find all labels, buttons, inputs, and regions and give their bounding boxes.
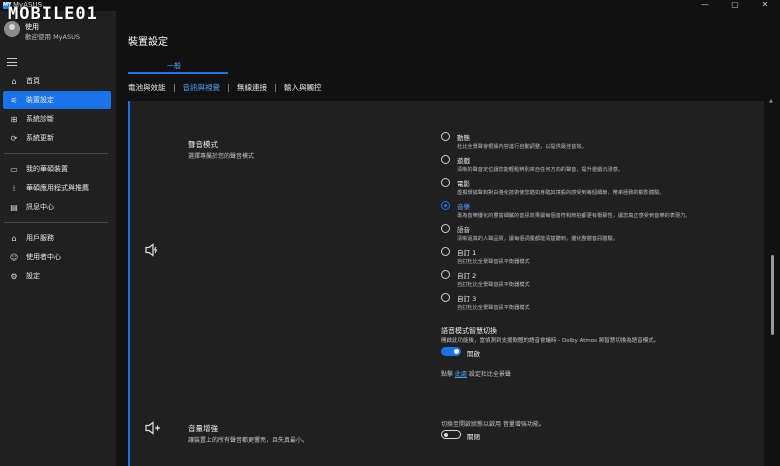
tab-battery-performance[interactable]: 電池與效能 bbox=[128, 82, 166, 93]
tab-audio-visual[interactable]: 音訊與視覺 bbox=[183, 82, 221, 93]
radio-button[interactable] bbox=[441, 132, 450, 141]
sidebar-item-label: 設定 bbox=[26, 272, 40, 280]
page-title: 裝置設定 bbox=[128, 37, 168, 48]
volume-boost-hint: 切換至開啟狀態以啟用 音量增強功能。 bbox=[441, 421, 545, 428]
tab-wireless[interactable]: 無線連接 bbox=[237, 82, 267, 93]
smart-switch-state: 開啟 bbox=[467, 350, 480, 358]
tab-general[interactable]: 一般 bbox=[128, 61, 220, 71]
radio-description: 專為音樂優化的豐富細膩的音訊效果讓每個音符和節拍都更有衝擊性，讓您真正感受到音樂… bbox=[457, 213, 691, 219]
sidebar-item-label: 系統診斷 bbox=[26, 115, 54, 123]
dolby-footer: 點擊 此處 設定杜比全景聲 bbox=[441, 369, 511, 378]
sidebar-item-support[interactable]: ⌂ 用戶服務 bbox=[3, 229, 111, 247]
sidebar-item-label: 我的華碩裝置 bbox=[26, 165, 68, 173]
close-button[interactable]: ✕ bbox=[750, 0, 780, 11]
user-welcome-text: 歡迎使用 MyASUS bbox=[25, 33, 80, 41]
sidebar-item-label: 系統更新 bbox=[26, 134, 54, 142]
radio-label: 動態 bbox=[457, 134, 470, 142]
home-icon: ⌂ bbox=[11, 76, 17, 86]
sidebar-item-messages[interactable]: ▤ 訊息中心 bbox=[3, 198, 111, 216]
radio-description: 自訂杜比全景聲音訊平衡器模式 bbox=[457, 259, 530, 265]
sidebar-item-apps[interactable]: ⁞ 華碩應用程式與推薦 bbox=[3, 179, 111, 197]
tab-input-touch[interactable]: 輸入與觸控 bbox=[284, 82, 322, 93]
radio-button[interactable] bbox=[441, 247, 450, 256]
diagnosis-icon: ⊞ bbox=[10, 114, 18, 124]
sound-mode-panel: 聲音模式 選擇專屬於您的聲音模式 動態 杜比全景聲會根據內容進行自動調整，以提供… bbox=[128, 101, 764, 398]
message-icon: ▤ bbox=[10, 202, 18, 212]
watermark-logo: MOBILE01 bbox=[8, 4, 98, 24]
apps-icon: ⁞ bbox=[12, 183, 16, 193]
radio-description: 自訂杜比全景聲音訊平衡器模式 bbox=[457, 305, 530, 311]
radio-description: 清晰的聲音定位讓您能輕鬆辨別來自任何方向的聲音，提升遊戲沉浸感。 bbox=[457, 167, 624, 173]
scroll-up-arrow-icon[interactable]: ▲ bbox=[769, 98, 773, 104]
sidebar-item-user-center[interactable]: ☺ 使用者中心 bbox=[3, 248, 111, 266]
radio-button[interactable] bbox=[441, 270, 450, 279]
radio-description: 虛擬環繞聲和對白強化技術使您猶如身臨其境般的感受到每個細節，帶來極致的觀影體驗。 bbox=[457, 190, 665, 196]
volume-boost-panel: 音量增強 讓裝置上的所有聲音都更響亮，且失真最小。 切換至開啟狀態以啟用 音量增… bbox=[128, 395, 764, 466]
sidebar-item-settings[interactable]: ⚙ 設定 bbox=[3, 267, 111, 285]
sidebar-item-label: 裝置設定 bbox=[26, 96, 54, 104]
sidebar-item-update[interactable]: ⟳ 系統更新 bbox=[3, 129, 111, 147]
radio-label: 遊戲 bbox=[457, 157, 470, 165]
speaker-sound-icon bbox=[145, 243, 161, 261]
subtab-bar: 電池與效能 音訊與視覺 無線連接 輸入與觸控 bbox=[128, 82, 322, 93]
radio-button[interactable] bbox=[441, 155, 450, 164]
tab-underline bbox=[128, 72, 228, 74]
tab-separator bbox=[173, 83, 175, 92]
main-content: 裝置設定 一般 電池與效能 音訊與視覺 無線連接 輸入與觸控 聲音模式 選擇專屬… bbox=[116, 11, 780, 466]
radio-description: 自訂杜比全景聲音訊平衡器模式 bbox=[457, 282, 530, 288]
title-bar: MY MyASUS — ▢ ✕ bbox=[0, 0, 780, 11]
user-icon: ☺ bbox=[9, 252, 19, 262]
radio-label: 語音 bbox=[457, 226, 470, 234]
hamburger-menu-icon[interactable] bbox=[7, 58, 17, 66]
dolby-settings-link[interactable]: 此處 bbox=[455, 371, 467, 378]
maximize-button[interactable]: ▢ bbox=[720, 0, 750, 11]
radio-button[interactable] bbox=[441, 293, 450, 302]
sound-mode-description: 選擇專屬於您的聲音模式 bbox=[188, 153, 255, 160]
smart-switch-title: 語音模式智慧切換 bbox=[441, 327, 497, 335]
radio-label: 音樂 bbox=[457, 203, 470, 211]
dolby-footer-prefix: 點擊 bbox=[441, 371, 454, 378]
radio-description: 杜比全景聲會根據內容進行自動調整，以提供最佳音效。 bbox=[457, 144, 587, 150]
minimize-button[interactable]: — bbox=[690, 0, 720, 11]
sidebar-divider bbox=[4, 222, 108, 223]
tab-separator bbox=[228, 83, 229, 92]
sidebar-divider bbox=[4, 153, 108, 154]
sidebar-item-diagnosis[interactable]: ⊞ 系統診斷 bbox=[3, 110, 111, 128]
support-icon: ⌂ bbox=[11, 233, 17, 243]
speaker-plus-icon bbox=[145, 421, 161, 439]
device-settings-icon: ⚟ bbox=[10, 95, 18, 105]
tab-separator bbox=[275, 83, 276, 92]
radio-label: 自訂 3 bbox=[457, 295, 477, 303]
update-icon: ⟳ bbox=[10, 133, 18, 143]
radio-label: 電影 bbox=[457, 180, 470, 188]
sidebar-item-label: 用戶服務 bbox=[26, 234, 54, 242]
smart-switch-description: 開啟此功能後，當偵測到支援軟體的語音會議時 - Dolby Atmos 將智慧切… bbox=[441, 338, 660, 344]
gear-icon: ⚙ bbox=[10, 271, 18, 281]
radio-label: 自訂 2 bbox=[457, 272, 477, 280]
radio-description: 清晰逼真的人聲品質，讓每個詞彙都能清楚聽到，優化整體音訊體驗。 bbox=[457, 236, 618, 242]
volume-boost-state: 關閉 bbox=[467, 433, 480, 441]
sidebar-item-label: 使用者中心 bbox=[26, 253, 61, 261]
volume-boost-toggle[interactable] bbox=[441, 430, 461, 439]
sidebar-item-home[interactable]: ⌂ 首頁 bbox=[3, 72, 111, 90]
radio-button[interactable] bbox=[441, 224, 450, 233]
smart-switch-toggle[interactable] bbox=[441, 347, 461, 356]
radio-label: 自訂 1 bbox=[457, 249, 477, 257]
sidebar-item-label: 首頁 bbox=[26, 77, 40, 85]
sidebar-item-label: 華碩應用程式與推薦 bbox=[26, 184, 89, 192]
radio-button-selected[interactable] bbox=[441, 201, 450, 210]
sidebar-item-device-settings[interactable]: ⚟ 裝置設定 bbox=[3, 91, 111, 109]
scrollbar-thumb[interactable] bbox=[771, 255, 774, 335]
sidebar: 使用 歡迎使用 MyASUS ⌂ 首頁 ⚟ 裝置設定 ⊞ 系統診斷 ⟳ 系統更新… bbox=[0, 11, 116, 466]
volume-boost-description: 讓裝置上的所有聲音都更響亮，且失真最小。 bbox=[188, 437, 309, 444]
sound-mode-title: 聲音模式 bbox=[188, 140, 218, 149]
radio-button[interactable] bbox=[441, 178, 450, 187]
sidebar-item-label: 訊息中心 bbox=[26, 203, 54, 211]
devices-icon: ▭ bbox=[10, 164, 18, 174]
sidebar-item-my-devices[interactable]: ▭ 我的華碩裝置 bbox=[3, 160, 111, 178]
dolby-footer-suffix: 設定杜比全景聲 bbox=[468, 371, 511, 378]
volume-boost-title: 音量增強 bbox=[188, 424, 218, 433]
